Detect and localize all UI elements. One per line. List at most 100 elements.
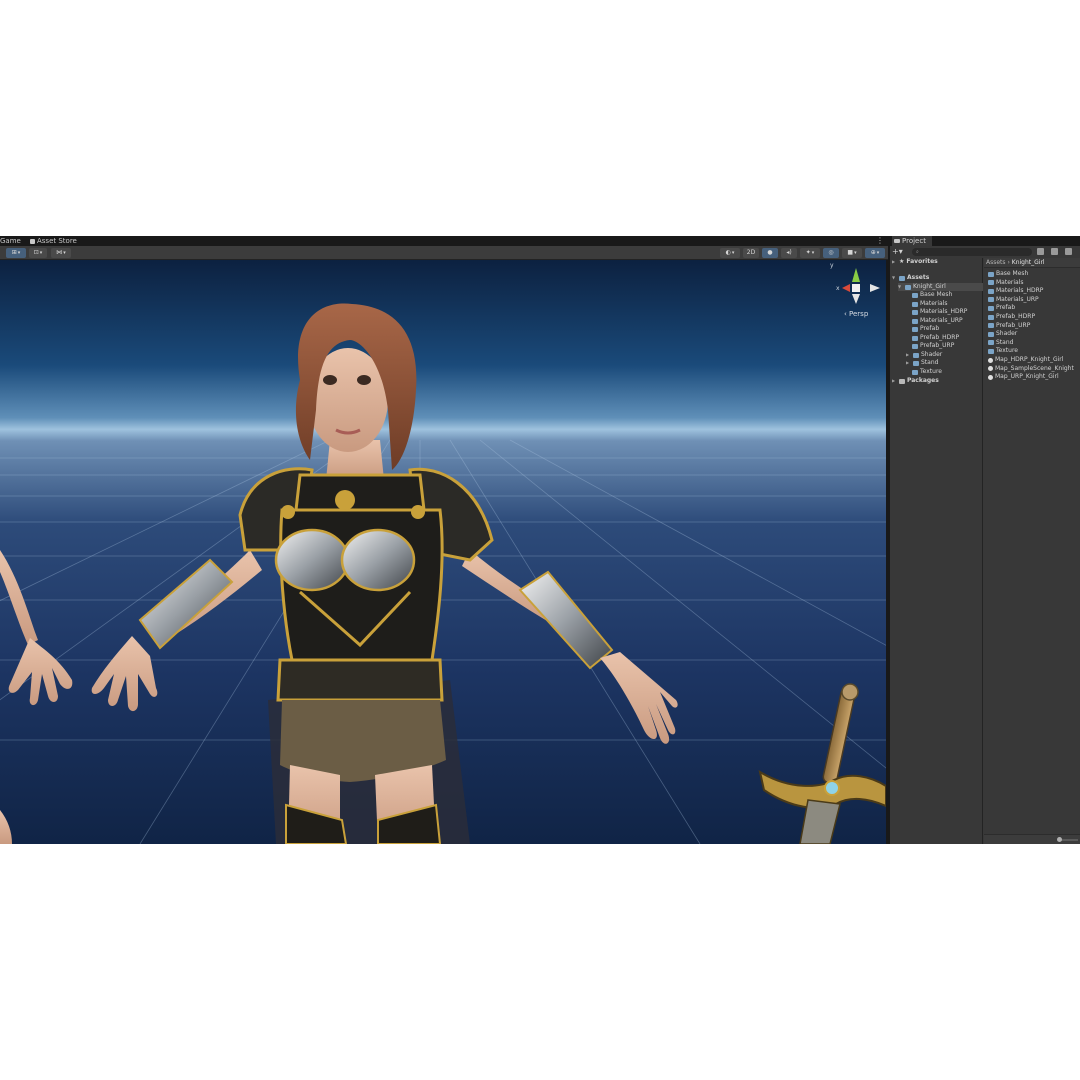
asset-list-item[interactable]: Map_HDRP_Knight_Girl (988, 356, 1063, 364)
tree-item[interactable]: Materials_HDRP (912, 308, 967, 316)
shading-mode-button[interactable]: ◐▾ (720, 248, 740, 258)
icon-size-slider-handle[interactable] (1057, 837, 1062, 842)
transform-tool-button[interactable]: ⊞▾ (6, 248, 26, 258)
chevron-down-icon: ▼ (898, 284, 902, 289)
tree-item-label: Materials_HDRP (920, 308, 968, 315)
tree-item-label: Prefab_URP (920, 342, 955, 349)
tree-item-label: Shader (921, 351, 943, 358)
asset-list-item-label: Map_HDRP_Knight_Girl (995, 356, 1064, 363)
tree-item[interactable]: ▶ Shader (906, 351, 942, 359)
hidden-objects-toggle[interactable]: ◎ (823, 248, 839, 258)
asset-list-item[interactable]: Stand (988, 339, 1013, 347)
asset-list-item[interactable]: Materials (988, 279, 1024, 287)
folder-icon (905, 284, 911, 290)
asset-list-item[interactable]: Materials_URP (988, 296, 1039, 304)
search-input[interactable]: ⌕ (912, 248, 1032, 256)
asset-list-item[interactable]: Map_SampleScene_Knight (988, 365, 1074, 373)
tree-packages[interactable]: ▶ Packages (892, 377, 939, 385)
folder-icon (988, 280, 994, 286)
breadcrumb-separator: › (1007, 259, 1010, 266)
folder-icon (894, 239, 900, 243)
asset-list-item[interactable]: Prefab_URP (988, 322, 1030, 330)
asset-list-item-label: Stand (996, 338, 1014, 346)
folder-icon (988, 305, 994, 311)
chevron-right-icon: ▶ (906, 352, 910, 357)
asset-list-item[interactable]: Shader (988, 330, 1017, 338)
effects-icon: ✦ (805, 249, 811, 256)
snap-increment-icon: ⋈ (56, 249, 63, 256)
audio-toggle-button[interactable]: ◂) (781, 248, 797, 258)
star-icon: ★ (899, 258, 905, 265)
tree-item[interactable]: Materials (912, 300, 948, 308)
tree-favorites[interactable]: ▶ ★ Favorites (892, 258, 938, 266)
2d-toggle-button[interactable]: 2D (743, 248, 759, 258)
asset-list-item-label: Base Mesh (996, 270, 1029, 277)
project-folder-tree: ▶ ★ Favorites ▼ Assets ▼ Knight_Girl Bas… (890, 258, 983, 844)
folder-icon (912, 343, 918, 349)
chevron-right-icon: ▶ (892, 378, 896, 383)
lighting-toggle-button[interactable]: ● (762, 248, 778, 258)
gizmos-button[interactable]: ⊕▾ (865, 248, 885, 258)
scene-viewport[interactable]: y x ‹ Persp (0, 260, 886, 844)
asset-list-item-label: Map_URP_Knight_Girl (995, 373, 1059, 381)
folder-icon (988, 323, 994, 329)
folder-icon (988, 288, 994, 294)
effects-button[interactable]: ✦▾ (800, 248, 820, 258)
folder-icon (899, 275, 905, 281)
orientation-gizmo[interactable] (842, 268, 880, 304)
tree-item[interactable]: ▶ Stand (906, 359, 938, 367)
asset-list-item[interactable]: Prefab_HDRP (988, 313, 1035, 321)
chevron-down-icon: ▼ (892, 275, 896, 280)
chevron-down-icon: ▾ (811, 250, 815, 256)
tree-item[interactable]: Materials_URP (912, 317, 963, 325)
project-toolbar: +▾ ⌕ (890, 246, 1080, 258)
project-tab-bar: Project (890, 236, 1080, 246)
tab-game[interactable]: Game (0, 236, 21, 246)
tree-item[interactable]: Prefab_HDRP (912, 334, 959, 342)
tree-packages-label: Packages (907, 377, 939, 384)
asset-list-item-label: Prefab (996, 304, 1016, 312)
chevron-right-icon: ▶ (906, 360, 910, 365)
unity-editor: Game Asset Store ⋮ ⊞▾ ⊡▾ ⋈▾ ◐▾ 2D ● ◂) ✦… (0, 236, 1080, 844)
tree-item[interactable]: Prefab (912, 325, 939, 333)
folder-icon (912, 309, 918, 315)
projection-toggle[interactable]: ‹ Persp (844, 310, 868, 318)
tree-item[interactable]: Texture (912, 368, 942, 376)
create-asset-button[interactable]: +▾ (892, 247, 903, 257)
tree-item[interactable]: Prefab_URP (912, 342, 954, 350)
tree-item-label: Materials_URP (920, 317, 963, 324)
tab-asset-store[interactable]: Asset Store (30, 236, 77, 246)
favorite-filter-icon[interactable] (1065, 248, 1072, 255)
chevron-right-icon: ▶ (892, 259, 896, 264)
filter-type-icon[interactable] (1037, 248, 1044, 255)
snap-button[interactable]: ⋈▾ (51, 248, 71, 258)
tree-knight-girl-label: Knight_Girl (913, 283, 946, 290)
asset-list-item[interactable]: Base Mesh (988, 270, 1028, 278)
folder-icon (912, 326, 918, 332)
asset-list-item[interactable]: Texture (988, 347, 1018, 355)
breadcrumb-knight-girl[interactable]: Knight_Girl (1012, 259, 1045, 266)
chevron-down-icon: ▾ (854, 250, 857, 256)
pivot-button[interactable]: ⊡▾ (29, 248, 47, 258)
tab-menu-button[interactable]: ⋮ (876, 236, 884, 246)
chevron-down-icon: ▾ (876, 250, 880, 256)
camera-button[interactable]: ■▾ (842, 248, 862, 258)
folder-icon (988, 297, 994, 303)
chevron-down-icon: ▾ (39, 250, 43, 256)
tab-project[interactable]: Project (892, 236, 932, 246)
asset-list-item[interactable]: Materials_HDRP (988, 287, 1043, 295)
folder-icon (913, 360, 919, 366)
asset-list-item[interactable]: Map_URP_Knight_Girl (988, 373, 1059, 381)
tree-assets[interactable]: ▼ Assets (892, 274, 929, 282)
filter-label-icon[interactable] (1051, 248, 1058, 255)
tree-item[interactable]: Base Mesh (912, 291, 952, 299)
chevron-down-icon: ▾ (63, 250, 66, 256)
grid-snap-icon: ⊡ (33, 249, 39, 256)
folder-icon (899, 378, 905, 384)
shading-sphere-icon: ◐ (725, 249, 731, 256)
breadcrumb-assets[interactable]: Assets (986, 259, 1006, 266)
asset-list-item[interactable]: Prefab (988, 304, 1015, 312)
project-panel: Project +▾ ⌕ ▶ ★ Favorites ▼ Assets ▼ Kn… (888, 236, 1080, 844)
tree-knight-girl[interactable]: ▼ Knight_Girl (898, 283, 983, 291)
folder-icon (988, 331, 994, 337)
